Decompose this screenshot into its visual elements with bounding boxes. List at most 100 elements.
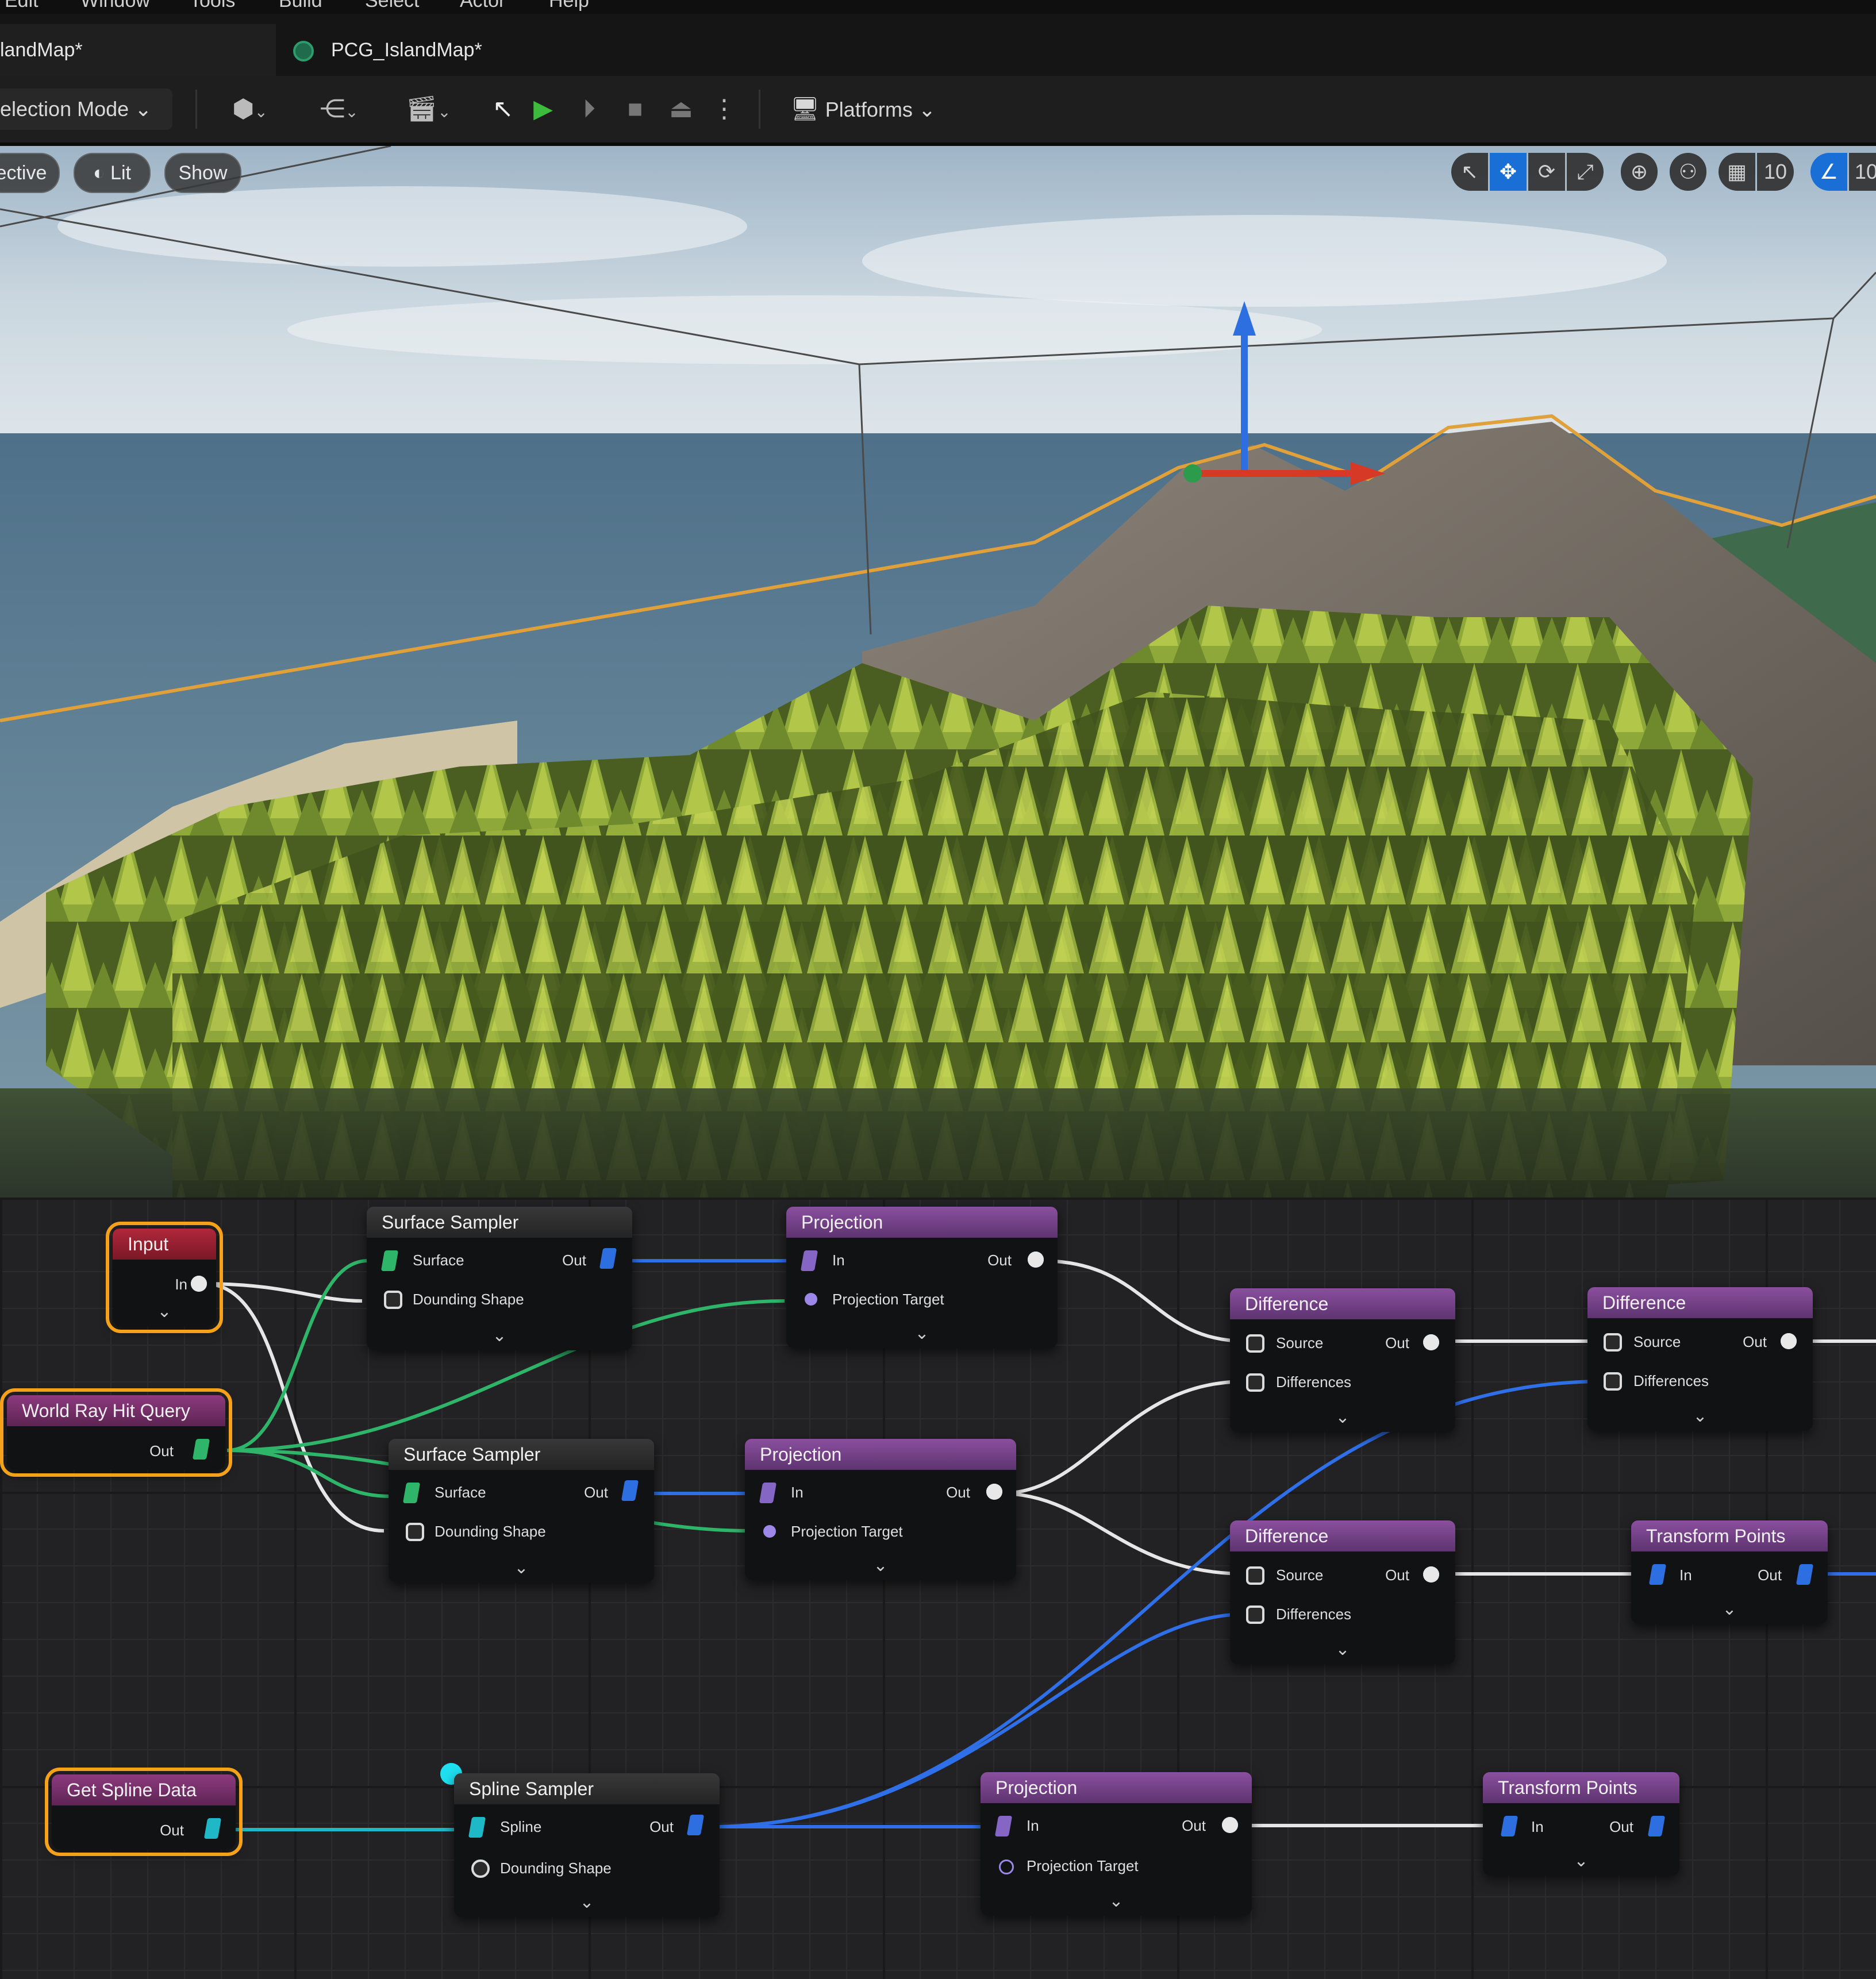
node-input[interactable]: Input In ⌄ [106, 1222, 223, 1333]
selection-mode-label: election Mode [0, 97, 129, 121]
pin-projection-target[interactable] [763, 1525, 776, 1538]
grid-snap-value[interactable]: 10 [1757, 153, 1794, 191]
chevron-down-icon[interactable]: ⌄ [1335, 1639, 1351, 1660]
play-icon[interactable]: ▶ [523, 88, 563, 130]
pin-label: Out [1385, 1566, 1409, 1584]
pcg-graph-editor[interactable]: Input In ⌄ World Ray Hit Query Out Get S… [0, 1198, 1876, 1979]
pin-in[interactable] [1648, 1564, 1667, 1585]
perspective-label: ective [0, 162, 47, 184]
chevron-down-icon[interactable]: ⌄ [1573, 1851, 1589, 1871]
chevron-down-icon[interactable]: ⌄ [1721, 1599, 1737, 1619]
pin-surface[interactable] [380, 1250, 399, 1271]
pin-in[interactable] [800, 1250, 818, 1271]
pin-spline[interactable] [468, 1817, 486, 1838]
node-projection[interactable]: Projection In Projection Target Out ⌄ [786, 1207, 1058, 1348]
node-transform-points[interactable]: Transform Points In Out ⌄ [1483, 1772, 1679, 1876]
pin-out[interactable] [1222, 1817, 1238, 1833]
chevron-down-icon[interactable]: ⌄ [914, 1323, 930, 1343]
pin-out[interactable] [621, 1480, 639, 1501]
eject-icon[interactable]: ⏏ [661, 88, 701, 130]
pin-in[interactable] [191, 1276, 207, 1292]
pin-in[interactable] [1500, 1816, 1519, 1836]
surface-snap-icon[interactable]: ⚇ [1670, 153, 1706, 191]
pin-out[interactable] [203, 1818, 222, 1839]
node-world-ray-hit-query[interactable]: World Ray Hit Query Out [0, 1388, 232, 1477]
pin-differences[interactable] [1246, 1373, 1264, 1392]
chevron-down-icon[interactable]: ⌄ [491, 1326, 508, 1346]
world-space-icon[interactable]: ⊕ [1621, 153, 1658, 191]
pin-out[interactable] [192, 1439, 210, 1460]
tab-island-map[interactable]: landMap* [0, 24, 287, 76]
chevron-down-icon[interactable]: ⌄ [872, 1556, 889, 1576]
node-surface-sampler[interactable]: Surface Sampler Surface Dounding Shape O… [389, 1439, 654, 1583]
pin-in[interactable] [994, 1816, 1013, 1836]
node-get-spline-data[interactable]: Get Spline Data Out [45, 1768, 243, 1856]
pin-out[interactable] [1028, 1252, 1044, 1268]
grid-snap-icon[interactable]: ▦ [1719, 153, 1755, 191]
menu-help[interactable]: Help [549, 0, 589, 12]
pin-surface[interactable] [402, 1483, 421, 1503]
add-actor-icon[interactable]: ⬢⌄ [216, 88, 285, 130]
pin-out[interactable] [686, 1815, 705, 1835]
select-tool-icon[interactable]: ↖ [1451, 153, 1488, 191]
pin-source[interactable] [1246, 1566, 1264, 1585]
node-spline-sampler[interactable]: Spline Sampler Spline Dounding Shape Out… [454, 1773, 720, 1917]
pin-out[interactable] [599, 1248, 617, 1269]
pin-out[interactable] [986, 1484, 1002, 1500]
selection-mode-dropdown[interactable]: election Mode ⌄ [0, 88, 172, 130]
pin-bounding-shape[interactable] [471, 1859, 490, 1878]
menu-edit[interactable]: Edit [5, 0, 39, 12]
node-projection[interactable]: Projection In Projection Target Out ⌄ [981, 1772, 1252, 1916]
show-button[interactable]: Show [164, 153, 241, 193]
pin-differences[interactable] [1246, 1605, 1264, 1624]
pin-bounding-shape[interactable] [406, 1523, 424, 1541]
menu-tools[interactable]: Tools [190, 0, 235, 12]
rotate-tool-icon[interactable]: ⟳ [1528, 153, 1565, 191]
node-difference[interactable]: Difference Source Differences Out ⌄ [1230, 1288, 1455, 1432]
pin-label: Projection Target [1027, 1857, 1139, 1874]
node-difference[interactable]: Difference Source Differences Out ⌄ [1230, 1520, 1455, 1664]
level-viewport[interactable]: ective ◐ Lit Show ↖ ✥ ⟳ ⤢ ⊕ ⚇ ▦ 10 ∠ 10 [0, 146, 1876, 1198]
blueprint-icon[interactable]: ⋲⌄ [307, 88, 371, 130]
node-projection[interactable]: Projection In Projection Target Out ⌄ [745, 1439, 1016, 1580]
pin-out[interactable] [1781, 1333, 1797, 1349]
translate-tool-icon[interactable]: ✥ [1490, 153, 1527, 191]
pin-in[interactable] [759, 1483, 777, 1503]
menu-select[interactable]: Select [365, 0, 420, 12]
menu-build[interactable]: Build [279, 0, 322, 12]
platforms-dropdown[interactable]: 🖥︎ Platforms ⌄ [790, 88, 957, 130]
chevron-down-icon[interactable]: ⌄ [1335, 1407, 1351, 1427]
node-surface-sampler[interactable]: Surface Sampler Surface Dounding Shape O… [367, 1207, 632, 1350]
pin-label: Differences [1276, 1605, 1352, 1623]
menu-window[interactable]: Window [80, 0, 150, 12]
menu-actor[interactable]: Actor [460, 0, 505, 12]
chevron-down-icon[interactable]: ⌄ [1108, 1891, 1124, 1911]
chevron-down-icon[interactable]: ⌄ [1692, 1406, 1708, 1426]
node-difference[interactable]: Difference Source Differences Out ⌄ [1587, 1287, 1813, 1431]
angle-snap-value[interactable]: 10 [1849, 153, 1876, 191]
chevron-down-icon[interactable]: ⌄ [156, 1302, 172, 1322]
perspective-button[interactable]: ective [0, 153, 60, 193]
scale-tool-icon[interactable]: ⤢ [1567, 153, 1604, 191]
pin-source[interactable] [1246, 1334, 1264, 1353]
pin-out[interactable] [1423, 1334, 1439, 1350]
pin-bounding-shape[interactable] [384, 1291, 402, 1309]
pin-source[interactable] [1604, 1333, 1622, 1352]
step-icon[interactable]: ⏵ [569, 88, 609, 130]
pin-differences[interactable] [1604, 1372, 1622, 1391]
node-title: Projection [981, 1772, 1252, 1803]
stop-icon[interactable]: ■ [615, 88, 655, 130]
node-transform-points[interactable]: Transform Points In Out ⌄ [1631, 1520, 1828, 1624]
lit-mode-button[interactable]: ◐ Lit [74, 153, 151, 193]
pin-out[interactable] [1647, 1816, 1666, 1836]
pin-projection-target[interactable] [999, 1859, 1014, 1874]
tab-pcg-island-map[interactable]: PCG_IslandMap* [276, 24, 552, 76]
pin-out[interactable] [1423, 1566, 1439, 1583]
chevron-down-icon[interactable]: ⌄ [513, 1558, 529, 1578]
more-options-icon[interactable]: ⋮ [710, 88, 739, 130]
pin-out[interactable] [1796, 1564, 1814, 1585]
cinematics-icon[interactable]: 🎬︎⌄ [397, 88, 460, 130]
pin-projection-target[interactable] [805, 1293, 817, 1306]
chevron-down-icon[interactable]: ⌄ [579, 1892, 595, 1912]
angle-snap-icon[interactable]: ∠ [1810, 153, 1847, 191]
